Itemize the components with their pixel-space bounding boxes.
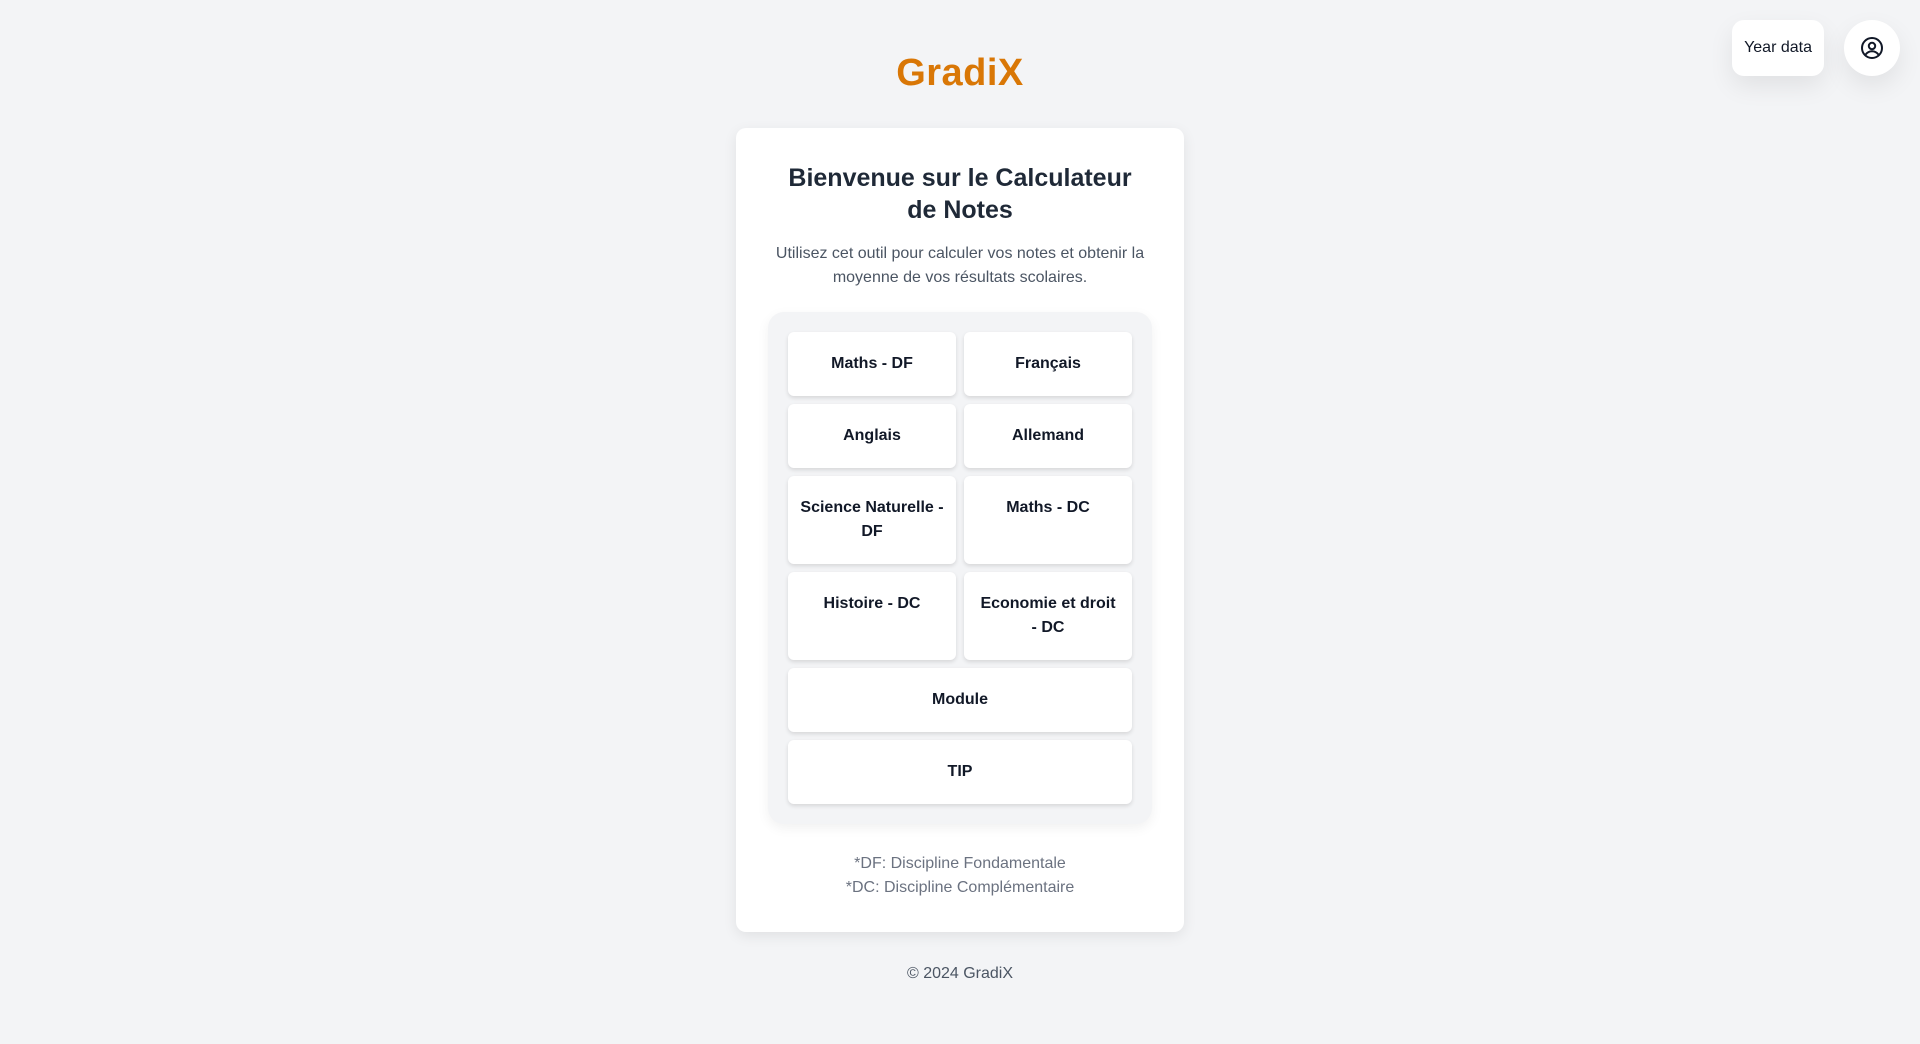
page-title: Bienvenue sur le Calculateur de Notes xyxy=(788,164,1132,224)
page: Year data GradiX Bienvenue sur le Calcul… xyxy=(0,0,1920,1044)
main-card: Bienvenue sur le Calculateur de Notes Ut… xyxy=(736,128,1184,932)
footer: © 2024 GradiX xyxy=(906,965,1014,982)
subject-button-maths-dc[interactable]: Maths - DC xyxy=(964,476,1132,564)
subject-button-allemand[interactable]: Allemand xyxy=(964,404,1132,468)
legend-df: *DF: Discipline Fondamentale xyxy=(854,855,1066,872)
subject-button-science-naturelle-df[interactable]: Science Naturelle - DF xyxy=(788,476,956,564)
subject-button-tip[interactable]: TIP xyxy=(788,740,1132,804)
subject-button-maths-df[interactable]: Maths - DF xyxy=(788,332,956,396)
page-description: Utilisez cet outil pour calculer vos not… xyxy=(775,245,1145,286)
subject-button-histoire-dc[interactable]: Histoire - DC xyxy=(788,572,956,660)
subject-grid: Maths - DF Français Anglais Allemand Sci… xyxy=(788,332,1132,804)
legend: *DF: Discipline Fondamentale *DC: Discip… xyxy=(736,852,1184,900)
subject-button-francais[interactable]: Français xyxy=(964,332,1132,396)
subject-button-anglais[interactable]: Anglais xyxy=(788,404,956,468)
brand-logo[interactable]: GradiX xyxy=(0,52,1920,95)
subject-button-module[interactable]: Module xyxy=(788,668,1132,732)
legend-dc: *DC: Discipline Complémentaire xyxy=(845,879,1075,896)
subject-button-economie-droit-dc[interactable]: Economie et droit - DC xyxy=(964,572,1132,660)
subject-panel: Maths - DF Français Anglais Allemand Sci… xyxy=(768,312,1152,824)
